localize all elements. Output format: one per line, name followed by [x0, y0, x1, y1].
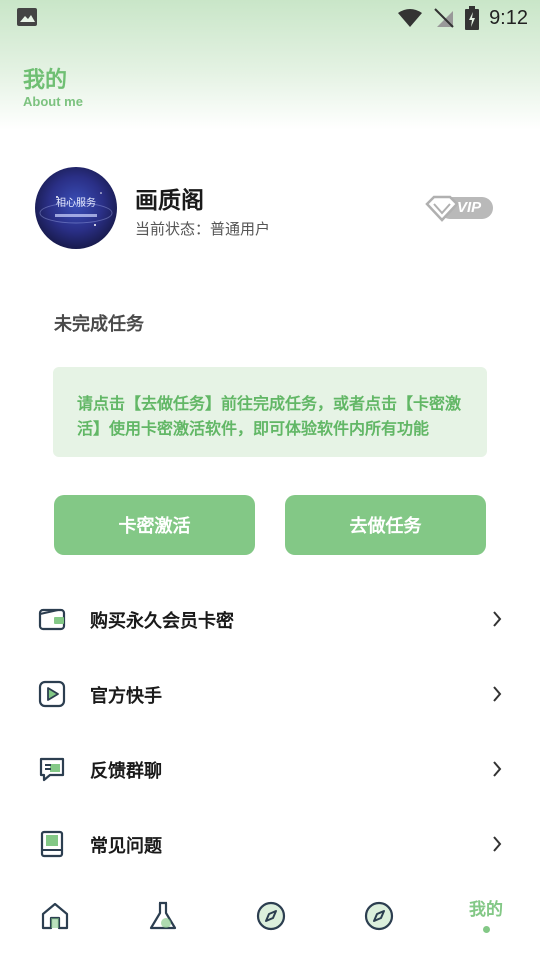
status-bar: 9:12 [0, 0, 540, 36]
status-time: 9:12 [489, 6, 528, 29]
user-status: 当前状态：普通用户 [135, 220, 271, 238]
avatar[interactable]: 相心服务 [35, 167, 117, 249]
avatar-text: 相心服务 [56, 198, 96, 209]
menu-label: 官方快手 [90, 686, 162, 707]
chevron-right-icon [493, 611, 502, 627]
vip-badge[interactable]: VIP [425, 193, 495, 223]
wifi-icon [398, 9, 423, 27]
menu-label: 反馈群聊 [90, 761, 162, 782]
flask-icon [149, 901, 177, 930]
active-tab-indicator [483, 926, 490, 933]
menu-label: 购买永久会员卡密 [90, 611, 234, 632]
tab-explore[interactable] [324, 880, 432, 960]
menu-item-kuaishou[interactable]: 官方快手 [0, 665, 540, 725]
video-play-icon [38, 680, 66, 708]
compass-icon [364, 901, 394, 931]
activate-card-button[interactable]: 卡密激活 [54, 495, 255, 555]
compass-icon [256, 901, 286, 931]
task-notice-box: 请点击【去做任务】前往完成任务，或者点击【卡密激活】使用卡密激活软件，即可体验软… [53, 367, 487, 457]
section-title-tasks: 未完成任务 [54, 314, 144, 335]
tab-lab[interactable] [108, 880, 216, 960]
no-signal-icon [434, 8, 454, 28]
chat-icon [39, 757, 65, 782]
page-title: 我的 [23, 68, 68, 93]
menu-item-buy-vip[interactable]: 购买永久会员卡密 [0, 590, 540, 650]
chevron-right-icon [493, 836, 502, 852]
do-task-button[interactable]: 去做任务 [285, 495, 486, 555]
bottom-tab-bar: 我的 [0, 880, 540, 960]
battery-icon [465, 6, 480, 30]
tab-me[interactable]: 我的 [432, 880, 540, 960]
tab-home[interactable] [0, 880, 108, 960]
task-notice-text: 请点击【去做任务】前往完成任务，或者点击【卡密激活】使用卡密激活软件，即可体验软… [77, 394, 462, 438]
book-icon [40, 830, 64, 858]
page-subtitle: About me [23, 94, 83, 109]
chevron-right-icon [493, 686, 502, 702]
username: 画质阁 [135, 188, 204, 214]
chevron-right-icon [493, 761, 502, 777]
tab-me-label: 我的 [469, 900, 503, 920]
image-notification-icon [17, 8, 37, 26]
menu-item-faq[interactable]: 常见问题 [0, 815, 540, 875]
status-right-group: 9:12 [397, 5, 528, 31]
menu-label: 常见问题 [90, 836, 162, 857]
home-icon [41, 902, 69, 930]
vip-label: VIP [457, 199, 482, 216]
tab-discover[interactable] [216, 880, 324, 960]
menu-item-feedback-group[interactable]: 反馈群聊 [0, 740, 540, 800]
wallet-icon [38, 608, 66, 631]
